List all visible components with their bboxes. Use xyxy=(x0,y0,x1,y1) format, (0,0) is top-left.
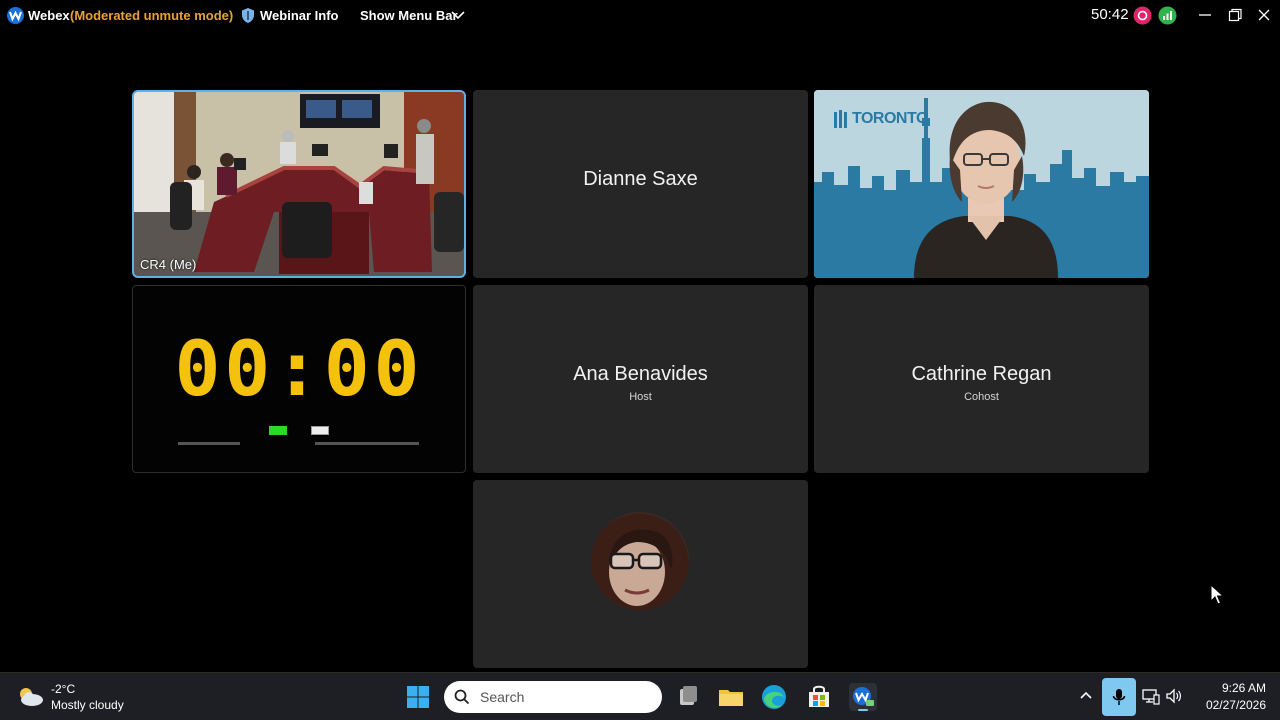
participant-role: Host xyxy=(629,391,652,403)
countdown-clock: 00:00 xyxy=(174,324,424,413)
reset-timer-button[interactable] xyxy=(311,426,329,435)
system-clock-date[interactable]: 02/27/2026 xyxy=(1190,698,1266,712)
participant-name: Dianne Saxe xyxy=(583,168,698,190)
windows-start-icon[interactable] xyxy=(406,685,430,709)
video-tile-participant[interactable]: Ana Benavides Host xyxy=(473,285,808,473)
restore-icon[interactable] xyxy=(1226,4,1244,26)
shield-icon[interactable] xyxy=(241,7,255,24)
participant-name: Cathrine Regan xyxy=(911,363,1052,385)
edge-browser-icon[interactable] xyxy=(760,683,788,711)
title-bar: Webex (Moderated unmute mode) Webinar In… xyxy=(0,0,1280,32)
cloudy-weather-icon[interactable] xyxy=(16,685,44,707)
close-icon[interactable] xyxy=(1255,4,1273,26)
windows-taskbar: -2°C Mostly cloudy Search 9:26 AM 02/27/… xyxy=(0,672,1280,720)
webex-logo-icon xyxy=(7,7,24,24)
toronto-logo-text: TORONTO xyxy=(852,110,928,127)
video-tile-self[interactable]: CR4 (Me) xyxy=(132,90,466,278)
app-name: Webex xyxy=(28,8,70,23)
task-view-icon[interactable] xyxy=(674,683,702,711)
microphone-icon xyxy=(1112,689,1126,705)
unmute-mode-label: (Moderated unmute mode) xyxy=(70,8,234,23)
search-icon xyxy=(454,689,470,705)
chevron-down-icon[interactable] xyxy=(450,9,466,21)
show-menu-bar-button[interactable]: Show Menu Bar xyxy=(360,8,458,23)
video-tile-participant[interactable]: Cathrine Regan Cohost xyxy=(814,285,1149,473)
participant-avatar xyxy=(591,512,689,610)
minimize-icon[interactable] xyxy=(1196,4,1214,26)
participant-role: Cohost xyxy=(964,391,999,403)
mouse-cursor-icon xyxy=(1210,584,1224,605)
chevron-up-icon[interactable] xyxy=(1079,689,1093,701)
network-stats-icon[interactable] xyxy=(1158,6,1177,25)
microphone-in-use-button[interactable] xyxy=(1102,678,1136,716)
start-timer-button[interactable] xyxy=(269,426,287,435)
video-tile-participant[interactable] xyxy=(473,480,808,668)
webex-taskbar-icon[interactable] xyxy=(849,683,877,711)
timer-screen-share-tile[interactable]: 00:00 xyxy=(132,285,466,473)
webinar-info-button[interactable]: Webinar Info xyxy=(260,8,338,23)
network-icon[interactable] xyxy=(1142,687,1160,705)
microsoft-store-icon[interactable] xyxy=(805,683,833,711)
timer-settings-text xyxy=(178,442,240,445)
video-tile-participant[interactable]: TORONTO xyxy=(814,90,1149,278)
meeting-elapsed-time: 50:42 xyxy=(1091,6,1129,23)
timer-instructions-text xyxy=(315,442,419,445)
self-name-label: CR4 (Me) xyxy=(140,257,197,272)
participant-name: Ana Benavides xyxy=(573,363,708,385)
file-explorer-icon[interactable] xyxy=(717,683,745,711)
room-camera-feed xyxy=(134,92,464,276)
taskbar-search-box[interactable]: Search xyxy=(444,681,662,713)
volume-icon[interactable] xyxy=(1165,687,1183,705)
search-placeholder: Search xyxy=(480,689,525,705)
video-tile-participant[interactable]: Dianne Saxe xyxy=(473,90,808,278)
recording-icon[interactable] xyxy=(1133,6,1152,25)
system-clock-time[interactable]: 9:26 AM xyxy=(1190,681,1266,695)
weather-temperature[interactable]: -2°C xyxy=(51,682,75,696)
weather-description[interactable]: Mostly cloudy xyxy=(51,698,124,712)
